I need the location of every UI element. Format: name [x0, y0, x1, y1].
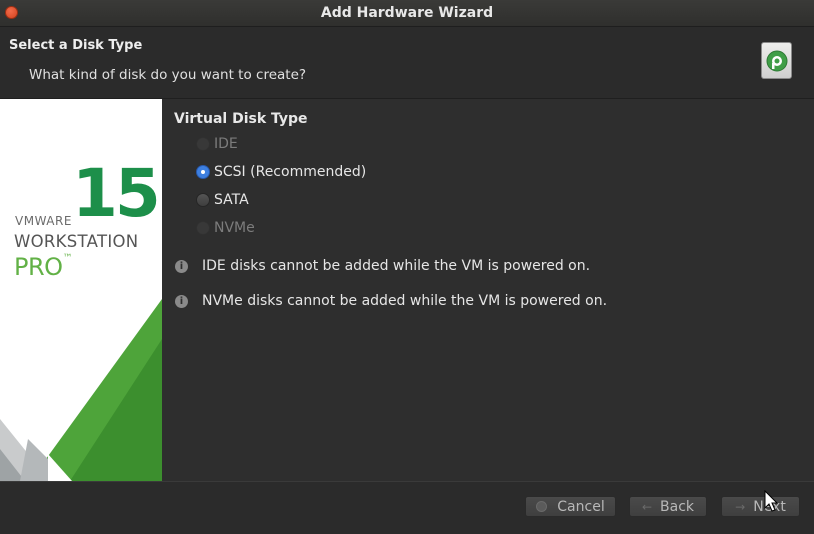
cancel-icon	[536, 501, 548, 512]
wizard-disk-icon	[761, 42, 792, 79]
wizard-footer: Cancel ← Back → Next	[0, 481, 814, 534]
radio-scsi[interactable]	[196, 165, 210, 179]
radio-option-scsi[interactable]: SCSI (Recommended)	[196, 162, 366, 182]
wizard-content: Virtual Disk Type IDE SCSI (Recommended)…	[162, 99, 814, 481]
radio-option-ide: IDE	[196, 134, 238, 154]
brand-product: WORKSTATION	[14, 232, 139, 251]
back-button-label: Back	[660, 498, 695, 515]
brand-vendor: VMWARE	[15, 214, 72, 228]
page-title: Select a Disk Type	[9, 38, 143, 53]
radio-label-nvme: NVMe	[214, 220, 255, 236]
info-icon: i	[175, 294, 188, 308]
info-text-ide: IDE disks cannot be added while the VM i…	[202, 258, 591, 274]
back-button[interactable]: ← Back	[629, 496, 707, 517]
next-button[interactable]: → Next	[721, 496, 800, 517]
cancel-button[interactable]: Cancel	[525, 496, 616, 517]
radio-option-sata[interactable]: SATA	[196, 190, 249, 210]
mouse-cursor-icon	[764, 490, 779, 512]
arrow-right-icon: →	[735, 499, 746, 514]
section-title: Virtual Disk Type	[174, 111, 308, 127]
brand-edition: PRO™	[14, 253, 73, 281]
wizard-sidebar-branding: 15 VMWARE WORKSTATION PRO™	[0, 99, 162, 481]
info-icon: i	[175, 259, 188, 273]
brand-version: 15	[72, 155, 161, 232]
info-message-ide: i IDE disks cannot be added while the VM…	[175, 256, 590, 276]
title-bar: Add Hardware Wizard	[0, 0, 814, 27]
radio-label-ide: IDE	[214, 136, 238, 152]
radio-nvme	[196, 221, 210, 235]
page-subtitle: What kind of disk do you want to create?	[29, 67, 307, 83]
radio-label-scsi[interactable]: SCSI (Recommended)	[214, 164, 366, 180]
radio-label-sata[interactable]: SATA	[214, 192, 249, 208]
window-title: Add Hardware Wizard	[320, 5, 494, 21]
radio-sata[interactable]	[196, 193, 210, 207]
cancel-button-label: Cancel	[557, 498, 605, 515]
brand-edition-text: PRO	[14, 253, 63, 281]
brand-trademark: ™	[62, 253, 73, 264]
arrow-left-icon: ←	[641, 499, 653, 514]
wizard-header: Select a Disk Type What kind of disk do …	[0, 27, 814, 99]
radio-option-nvme: NVMe	[196, 218, 255, 238]
info-message-nvme: i NVMe disks cannot be added while the V…	[175, 291, 607, 311]
radio-ide	[196, 137, 210, 151]
info-text-nvme: NVMe disks cannot be added while the VM …	[202, 293, 608, 309]
